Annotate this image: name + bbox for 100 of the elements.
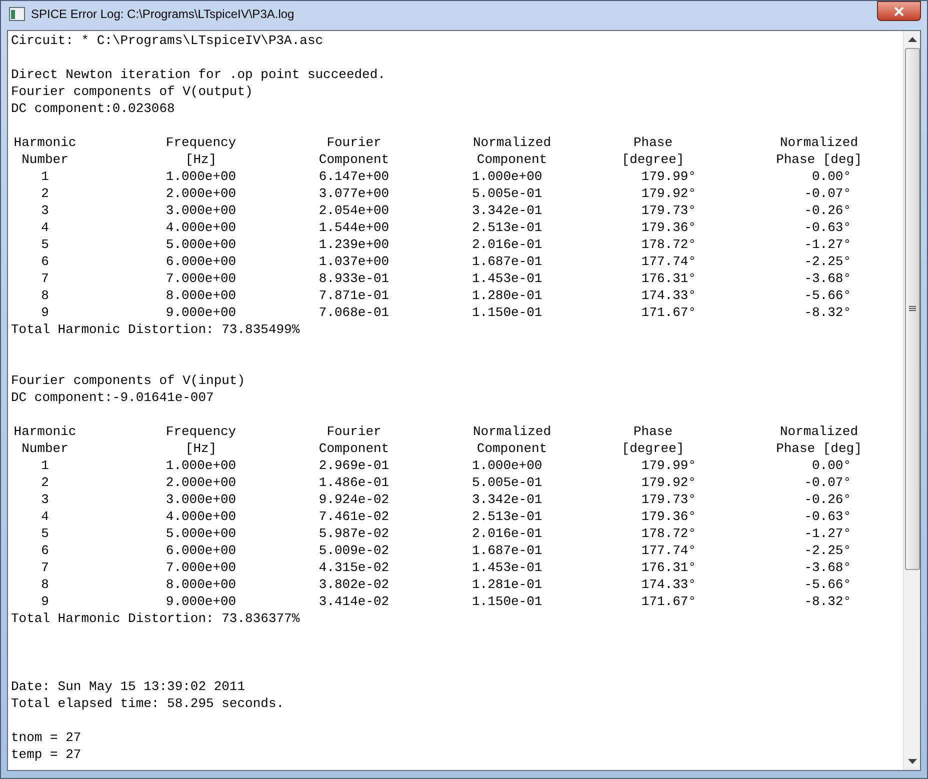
- table-cell: 1.000e+00: [472, 169, 542, 184]
- table-cell: 177.74°: [641, 543, 696, 558]
- table-cell: 2: [41, 186, 49, 201]
- table-cell: 179.92°: [641, 475, 696, 490]
- table-cell: 171.67°: [641, 594, 696, 609]
- table-cell: 1.239e+00: [318, 237, 390, 252]
- table-cell: -0.63°: [804, 509, 851, 524]
- table-cell: -1.27°: [804, 237, 851, 252]
- table-cell: 176.31°: [641, 560, 696, 575]
- table-cell: 179.36°: [641, 509, 696, 524]
- table-cell: 174.33°: [641, 577, 696, 592]
- scroll-up-icon[interactable]: [908, 37, 916, 43]
- table-cell: 2: [41, 475, 49, 490]
- column-header: Phase [deg]: [776, 441, 862, 456]
- table-cell: 7.000e+00: [166, 271, 236, 286]
- table-cell: 1.150e-01: [472, 305, 542, 320]
- log-line: Total elapsed time: 58.295 seconds.: [11, 696, 284, 711]
- app-icon: [9, 6, 25, 22]
- log-line: Direct Newton iteration for .op point succeeded.: [11, 67, 386, 82]
- table-cell: 3: [41, 492, 49, 507]
- scrollbar[interactable]: [903, 31, 920, 770]
- window-title: SPICE Error Log: C:\Programs\LTspiceIV\P3A.log: [31, 6, 294, 23]
- column-header: [Hz]: [185, 152, 217, 167]
- table-cell: -2.25°: [804, 254, 851, 269]
- table-cell: 1.280e-01: [472, 288, 542, 303]
- table-cell: -2.25°: [804, 543, 851, 558]
- table-cell: 3: [41, 203, 49, 218]
- table-cell: 5.000e+00: [166, 237, 236, 252]
- table-cell: 9.000e+00: [166, 305, 236, 320]
- table-cell: 6: [41, 254, 49, 269]
- table-cell: 3.414e-02: [318, 594, 390, 609]
- column-header: [degree]: [622, 441, 684, 456]
- table-cell: -0.63°: [804, 220, 851, 235]
- table-cell: 2.513e-01: [472, 220, 542, 235]
- column-header: Component: [318, 441, 390, 456]
- table-cell: 177.74°: [641, 254, 696, 269]
- table-cell: 2.016e-01: [472, 237, 542, 252]
- table-cell: 3.802e-02: [318, 577, 390, 592]
- table-cell: 9.924e-02: [318, 492, 390, 507]
- table-cell: 4: [41, 220, 49, 235]
- table-cell: 179.99°: [641, 169, 696, 184]
- column-header: Harmonic: [14, 135, 76, 150]
- column-header: Number: [22, 441, 68, 456]
- column-header: Normalized: [780, 424, 858, 439]
- log-line: DC component:0.023068: [11, 101, 175, 116]
- table-cell: 1.486e-01: [318, 475, 390, 490]
- column-header: Component: [476, 441, 548, 456]
- table-cell: 7.000e+00: [166, 560, 236, 575]
- table-cell: 6: [41, 543, 49, 558]
- column-header: Phase [deg]: [776, 152, 862, 167]
- table-cell: 1.453e-01: [472, 560, 542, 575]
- log-line: Fourier components of V(output): [11, 84, 253, 99]
- table-cell: 178.72°: [641, 237, 696, 252]
- table-cell: -1.27°: [804, 526, 851, 541]
- log-line: tnom = 27: [11, 730, 82, 745]
- table-cell: 174.33°: [641, 288, 696, 303]
- column-header: [Hz]: [185, 441, 217, 456]
- column-header: Fourier: [326, 424, 382, 439]
- table-cell: 8.000e+00: [166, 577, 236, 592]
- table-cell: 2.513e-01: [472, 509, 542, 524]
- log-line: Date: Sun May 15 13:39:02 2011: [11, 679, 246, 694]
- table-cell: 178.72°: [641, 526, 696, 541]
- column-header: Fourier: [326, 135, 382, 150]
- scrollbar-thumb[interactable]: [904, 48, 920, 570]
- table-cell: 8: [41, 288, 49, 303]
- table-cell: 2.000e+00: [166, 186, 236, 201]
- table-cell: 4.315e-02: [318, 560, 390, 575]
- table-cell: 1.281e-01: [472, 577, 542, 592]
- table-cell: -3.68°: [804, 560, 851, 575]
- table-cell: 179.92°: [641, 186, 696, 201]
- log-line: Circuit: * C:\Programs\LTspiceIV\P3A.asc: [11, 33, 324, 48]
- table-cell: 171.67°: [641, 305, 696, 320]
- close-button[interactable]: [877, 1, 921, 21]
- table-cell: -0.26°: [804, 203, 851, 218]
- table-cell: 7: [41, 271, 49, 286]
- column-header: Phase: [633, 135, 672, 150]
- column-header: Normalized: [472, 135, 551, 150]
- table-cell: 8.000e+00: [166, 288, 236, 303]
- table-cell: -0.26°: [804, 492, 851, 507]
- table-cell: 5: [41, 526, 49, 541]
- table-cell: 2.969e-01: [318, 458, 390, 473]
- column-header: Normalized: [472, 424, 551, 439]
- table-cell: 1.000e+00: [166, 169, 236, 184]
- table-cell: 7.871e-01: [318, 288, 390, 303]
- table-cell: -0.07°: [804, 475, 851, 490]
- table-cell: 6.147e+00: [318, 169, 390, 184]
- table-cell: 7.461e-02: [318, 509, 390, 524]
- table-cell: 179.36°: [641, 220, 696, 235]
- table-cell: 2.016e-01: [472, 526, 542, 541]
- table-cell: 6.000e+00: [166, 254, 236, 269]
- table-cell: 5.009e-02: [318, 543, 390, 558]
- column-header: Harmonic: [14, 424, 76, 439]
- log-line: DC component:-9.01641e-007: [11, 390, 214, 405]
- table-cell: 1.037e+00: [318, 254, 390, 269]
- table-cell: -5.66°: [804, 288, 851, 303]
- table-cell: -8.32°: [804, 305, 851, 320]
- table-cell: 5.987e-02: [318, 526, 390, 541]
- table-cell: 1: [41, 458, 49, 473]
- table-cell: 179.73°: [641, 492, 696, 507]
- scroll-down-icon[interactable]: [908, 758, 916, 764]
